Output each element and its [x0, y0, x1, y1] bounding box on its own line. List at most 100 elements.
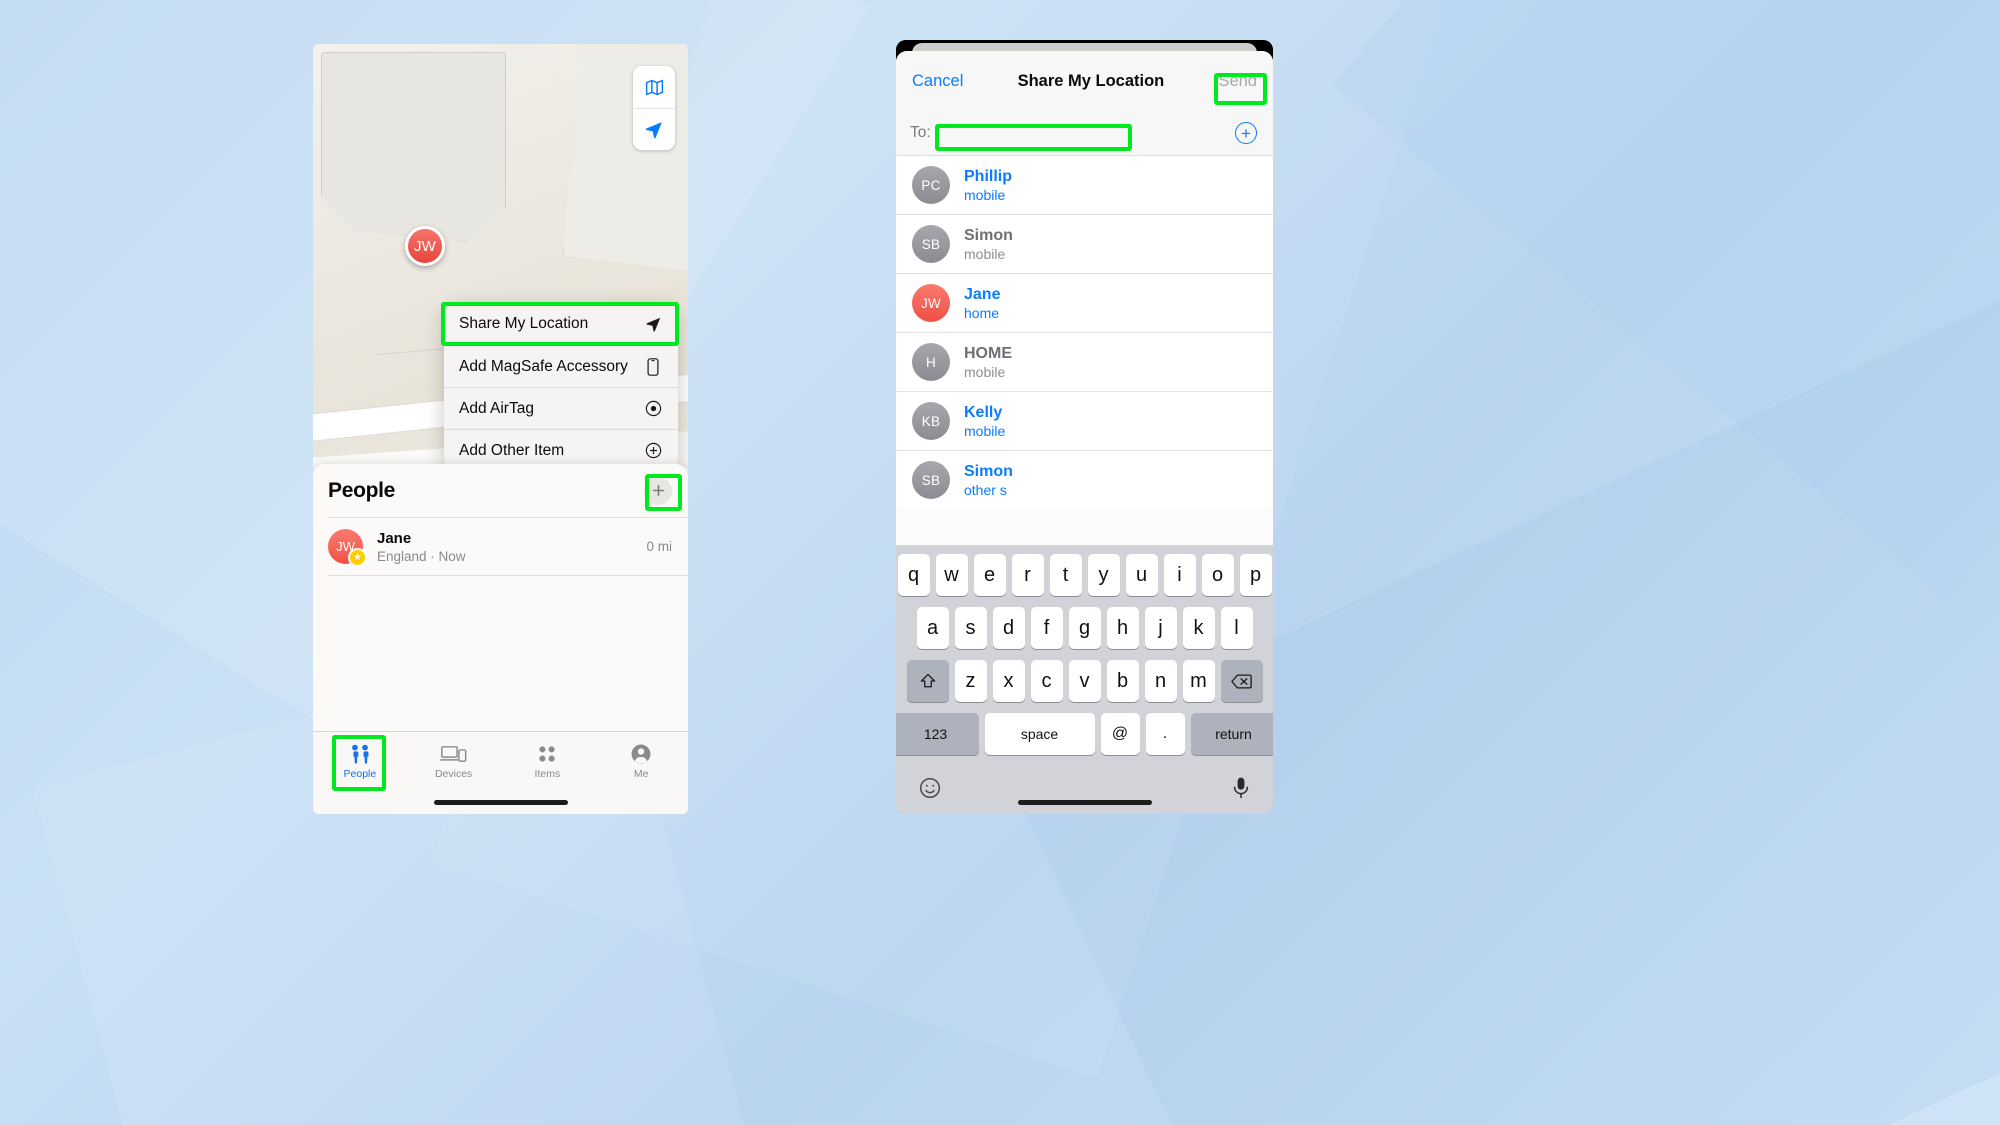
key-p[interactable]: p	[1239, 554, 1272, 596]
avatar: PC	[912, 166, 950, 204]
locate-me-button[interactable]	[633, 108, 675, 150]
contact-row[interactable]: SB Simon mobile	[896, 214, 1273, 273]
tab-people[interactable]: People	[313, 739, 407, 780]
key-t[interactable]: t	[1049, 554, 1082, 596]
key-z[interactable]: z	[954, 660, 987, 702]
contact-label: mobile	[964, 363, 1006, 380]
avatar-initials: KB	[921, 413, 941, 429]
key-l[interactable]: l	[1220, 607, 1253, 649]
tab-label: Items	[534, 768, 561, 780]
person-location: England · Now	[377, 548, 466, 564]
shift-icon[interactable]	[906, 660, 949, 702]
contact-info: Phillip mobile	[964, 168, 1012, 203]
context-menu: Share My Location Add MagSafe Accessory …	[444, 303, 678, 471]
avatar-initials: SB	[921, 472, 941, 488]
contact-row[interactable]: H HOME mobile	[896, 332, 1273, 391]
contact-label: mobile	[964, 245, 1006, 262]
contact-name: Simon	[964, 462, 1013, 480]
share-location-sheet-screen: Cancel Share My Location Send To: + PC P…	[896, 40, 1273, 814]
key-d[interactable]: d	[992, 607, 1025, 649]
key-a[interactable]: a	[916, 607, 949, 649]
key-x[interactable]: x	[992, 660, 1025, 702]
contact-label: mobile	[964, 422, 1006, 439]
key-h[interactable]: h	[1106, 607, 1139, 649]
key-y[interactable]: y	[1087, 554, 1120, 596]
key-b[interactable]: b	[1106, 660, 1139, 702]
key-k[interactable]: k	[1182, 607, 1215, 649]
avatar-initials: JW	[920, 295, 942, 311]
add-contact-button[interactable]: +	[1235, 122, 1257, 144]
contact-name: Phillip	[964, 167, 1012, 185]
people-list-item-jane[interactable]: JW ★ Jane England · Now 0 mi	[313, 518, 688, 575]
tab-items[interactable]: Items	[501, 739, 595, 780]
key-o[interactable]: o	[1201, 554, 1234, 596]
on-screen-keyboard: q w e r t y u i o p a s d f g h j k l z …	[896, 545, 1273, 814]
person-distance: 0 mi	[646, 539, 672, 554]
key-f[interactable]: f	[1030, 607, 1063, 649]
avatar: JW	[912, 284, 950, 322]
contact-row[interactable]: JW Jane home	[896, 273, 1273, 332]
key-u[interactable]: u	[1125, 554, 1158, 596]
emoji-icon[interactable]	[918, 776, 942, 806]
person-name: Jane	[377, 529, 412, 547]
contact-info: Kelly mobile	[964, 404, 1005, 439]
menu-item-add-airtag[interactable]: Add AirTag	[444, 387, 678, 429]
contact-name: Kelly	[964, 403, 1003, 421]
recipient-row: To: +	[896, 111, 1273, 156]
menu-item-label: Add MagSafe Accessory	[459, 357, 628, 375]
avatar: SB	[912, 461, 950, 499]
keyboard-row-2: a s d f g h j k l	[896, 607, 1273, 649]
people-icon	[351, 744, 369, 764]
key-i[interactable]: i	[1163, 554, 1196, 596]
key-g[interactable]: g	[1068, 607, 1101, 649]
send-button[interactable]: Send	[1218, 72, 1257, 91]
tab-bar: People Devices Items Me	[313, 731, 688, 814]
menu-item-label: Share My Location	[459, 315, 589, 332]
map-style-button[interactable]	[633, 66, 675, 108]
avatar-initials: H	[925, 354, 937, 370]
phone-icon	[643, 357, 663, 376]
backspace-icon[interactable]	[1220, 660, 1263, 702]
key-w[interactable]: w	[935, 554, 968, 596]
key-s[interactable]: s	[954, 607, 987, 649]
space-key[interactable]: space	[984, 713, 1095, 755]
contact-row[interactable]: PC Phillip mobile	[896, 156, 1273, 214]
people-title: People	[328, 478, 396, 502]
key-r[interactable]: r	[1011, 554, 1044, 596]
person-info: Jane England · Now	[377, 530, 646, 564]
key-j[interactable]: j	[1144, 607, 1177, 649]
avatar: H	[912, 343, 950, 381]
recipient-input[interactable]	[938, 120, 1227, 146]
find-my-app-screen: JW Share My Location Add MagSafe Accesso…	[313, 44, 688, 814]
keyboard-row-1: q w e r t y u i o p	[896, 554, 1273, 596]
contact-name: Jane	[964, 285, 1001, 303]
key-e[interactable]: e	[973, 554, 1006, 596]
cancel-button[interactable]: Cancel	[912, 72, 963, 91]
key-v[interactable]: v	[1068, 660, 1101, 702]
at-key[interactable]: @	[1100, 713, 1140, 755]
key-c[interactable]: c	[1030, 660, 1063, 702]
home-indicator	[1017, 800, 1152, 805]
microphone-icon[interactable]	[1231, 776, 1251, 806]
key-m[interactable]: m	[1182, 660, 1215, 702]
map-pin-jane[interactable]: JW	[405, 226, 445, 266]
tab-me[interactable]: Me	[594, 739, 688, 780]
menu-item-share-my-location[interactable]: Share My Location	[444, 303, 678, 345]
return-key[interactable]: return	[1190, 713, 1273, 755]
devices-icon	[440, 746, 467, 762]
period-key[interactable]: .	[1145, 713, 1185, 755]
avatar: JW ★	[328, 529, 367, 567]
contact-row[interactable]: KB Kelly mobile	[896, 391, 1273, 450]
contact-list[interactable]: PC Phillip mobile SB Simon mobile JW Jan…	[896, 156, 1273, 508]
key-q[interactable]: q	[897, 554, 930, 596]
menu-item-add-magsafe-accessory[interactable]: Add MagSafe Accessory	[444, 345, 678, 387]
numbers-key[interactable]: 123	[896, 713, 979, 755]
add-person-button[interactable]	[644, 476, 672, 505]
contact-row[interactable]: SB Simon other s	[896, 450, 1273, 508]
contact-info: Simon other s	[964, 463, 1013, 498]
tab-devices[interactable]: Devices	[407, 739, 501, 780]
contact-name: Simon	[964, 226, 1013, 244]
map-landmass-a	[321, 52, 506, 242]
key-n[interactable]: n	[1144, 660, 1177, 702]
plus-circle-icon	[643, 442, 663, 459]
